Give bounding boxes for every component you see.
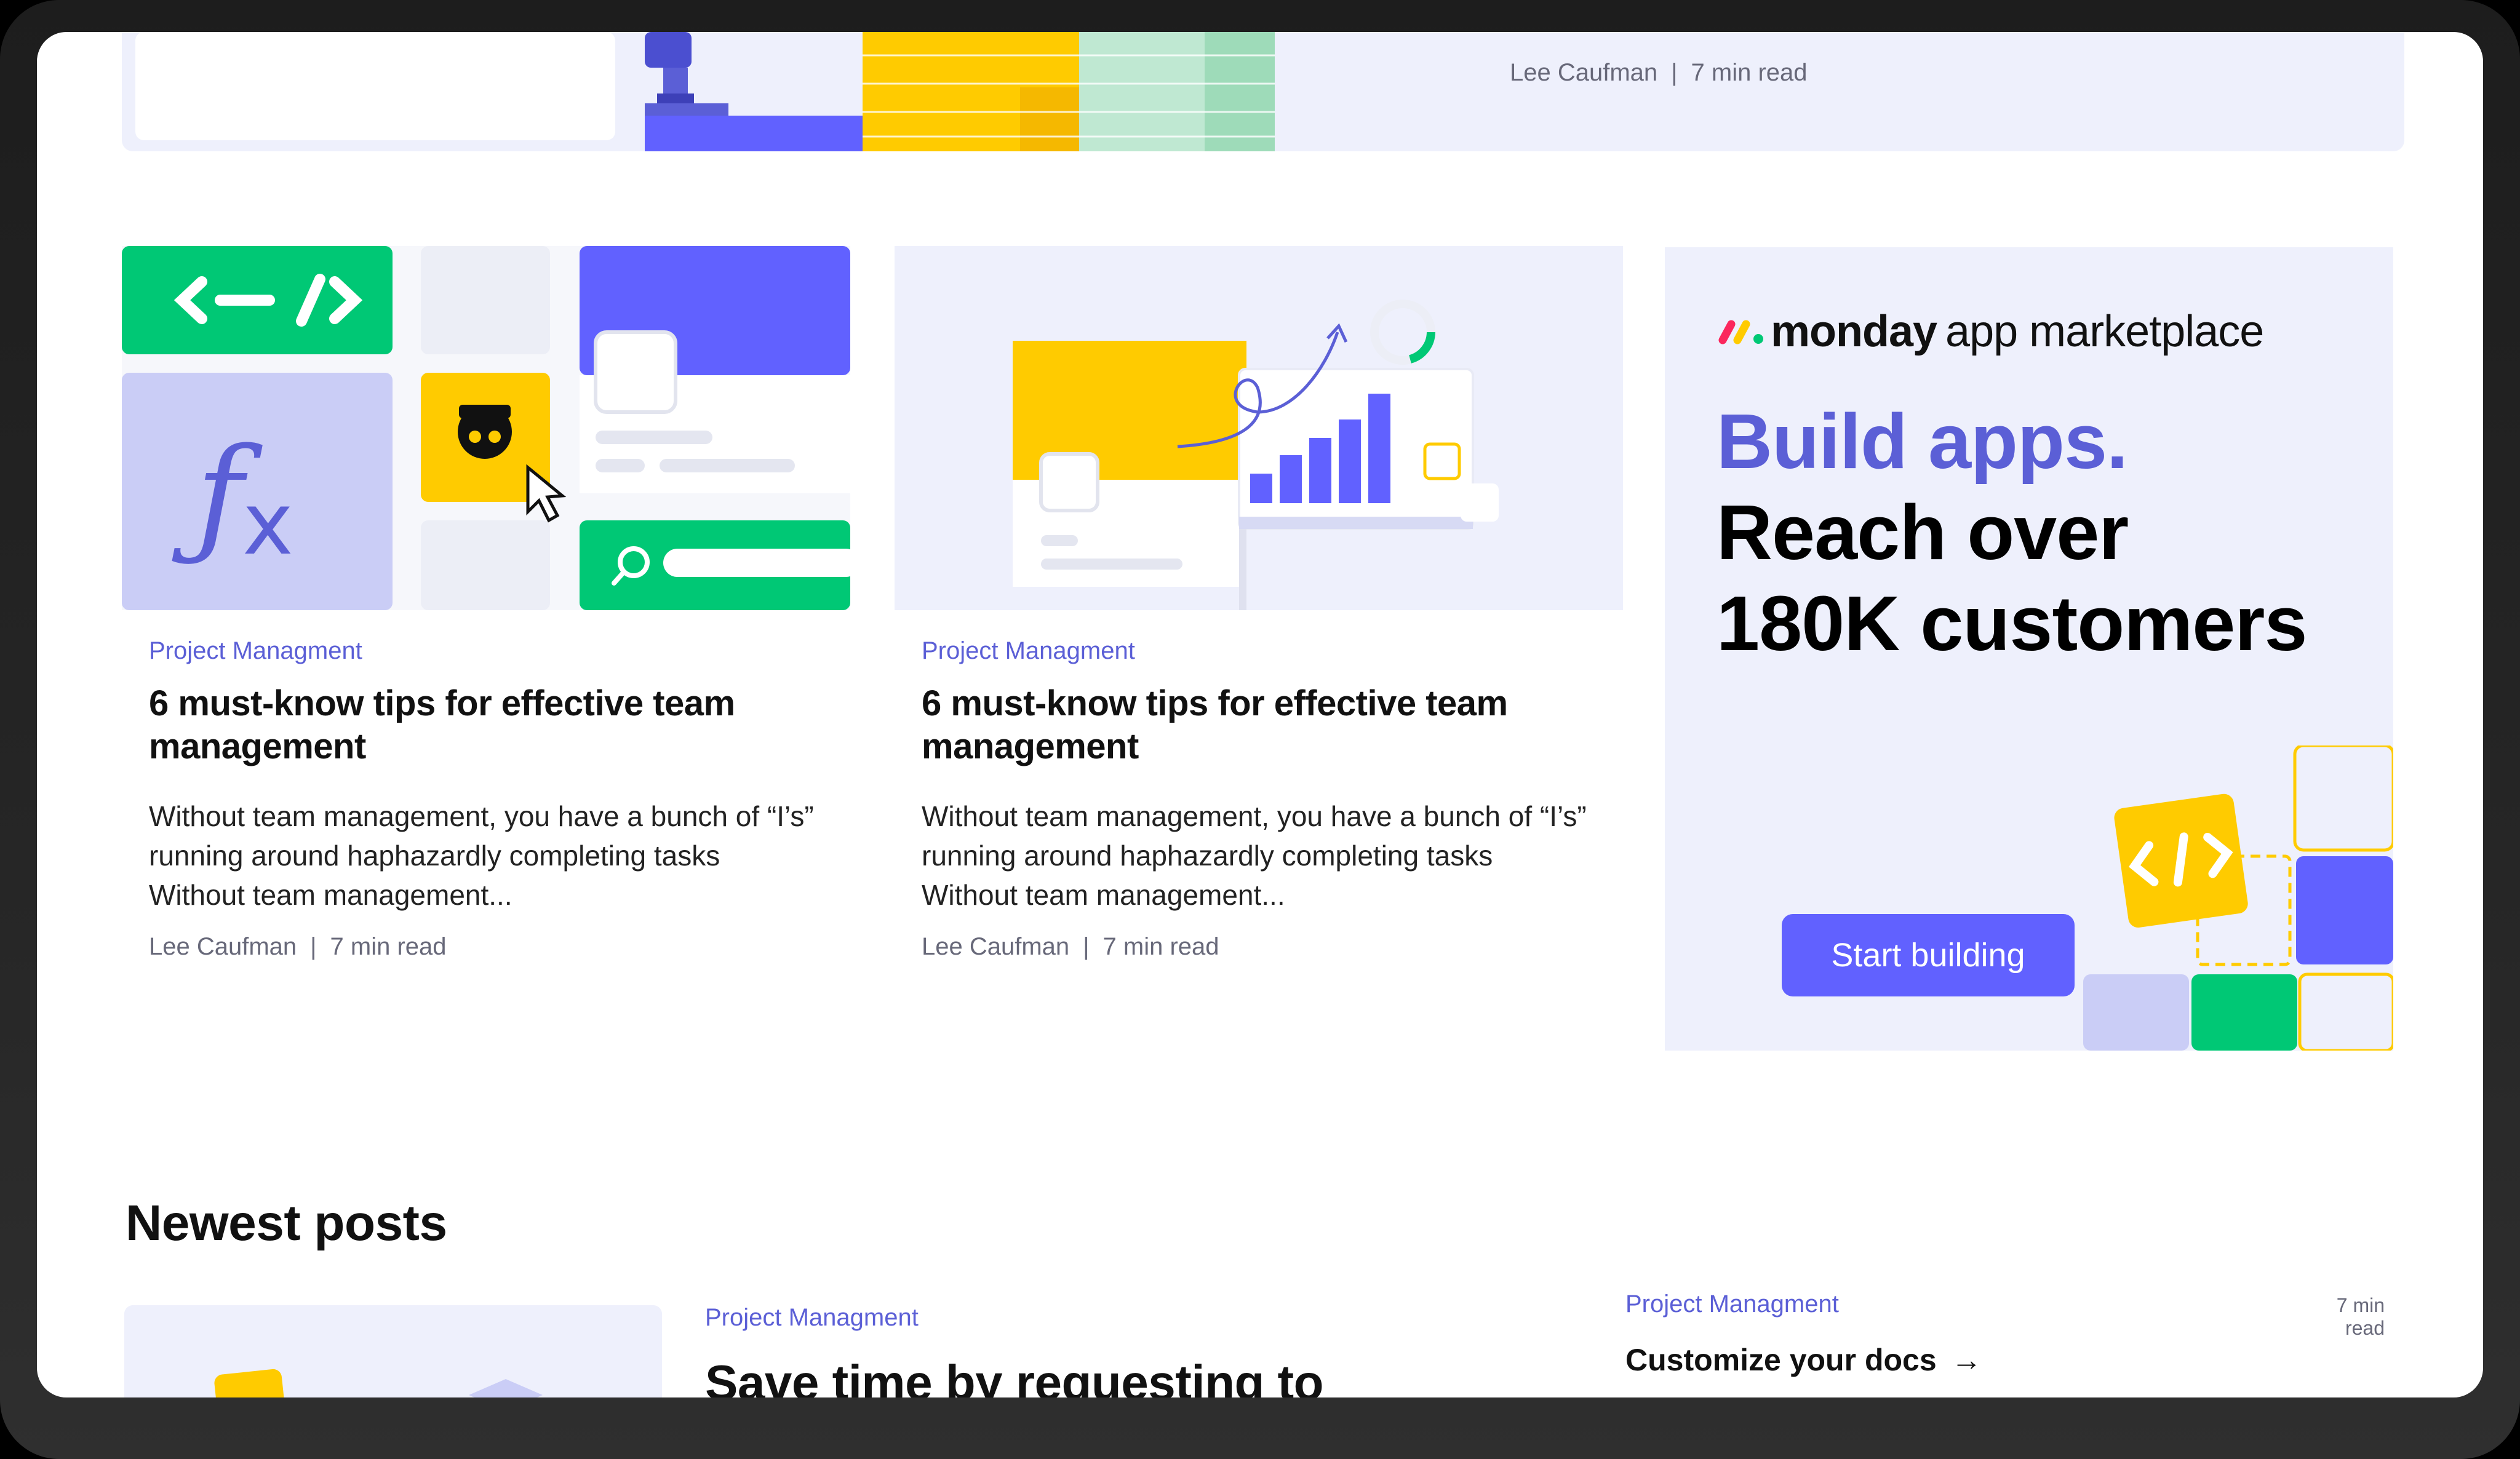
headline-line-1: Build apps. (1717, 398, 2128, 485)
post-title[interactable]: Save time by requesting to (705, 1354, 1324, 1397)
logo-text-light: app marketplace (1945, 307, 2264, 356)
blocks-illustration (2083, 745, 2393, 1051)
featured-post-card[interactable]: Lee Caufman | 7 min read (122, 32, 2404, 151)
start-building-button[interactable]: Start building (1782, 914, 2075, 996)
post-meta: Lee Caufman | 7 min read (149, 933, 447, 960)
post-thumbnail (895, 246, 1623, 610)
read-time: 7 min read (1691, 59, 1808, 86)
headline-line-2: Reach over (1717, 489, 2129, 576)
arrow-right-icon: → (1951, 1343, 1982, 1377)
author: Lee Caufman (149, 933, 297, 960)
author: Lee Caufman (1510, 59, 1658, 86)
headline-line-3: 180K customers (1717, 580, 2307, 667)
post-title-link[interactable]: Customize your docs → (1625, 1342, 1982, 1378)
read-time: 7 min read (2336, 1294, 2385, 1339)
featured-illustration (135, 32, 1275, 151)
logo-text-bold: monday (1771, 307, 1937, 356)
device-frame: Lee Caufman | 7 min read ƒ x Project Man… (0, 0, 2520, 1459)
post-illustration (214, 1369, 543, 1397)
post-card[interactable]: Project Managment 6 must-know tips for e… (895, 246, 1623, 961)
post-meta: Lee Caufman | 7 min read (1510, 59, 1808, 86)
post-title[interactable]: 6 must-know tips for effective team mana… (922, 682, 1596, 768)
post-category[interactable]: Project Managment (149, 637, 850, 665)
post-category[interactable]: Project Managment (922, 637, 1623, 665)
ad-headline: Build apps. Reach over 180K customers (1717, 396, 2307, 669)
post-card[interactable]: ƒ x Project Managment 6 must-know tips f… (122, 246, 850, 961)
read-time: 7 min read (1102, 933, 1219, 960)
post-thumbnail[interactable] (124, 1305, 662, 1397)
post-excerpt: Without team management, you have a bunc… (149, 800, 814, 911)
analytics-illustration (1013, 300, 1499, 610)
monday-marketplace-logo: monday app marketplace (1718, 306, 2264, 357)
post-category[interactable]: Project Managment (705, 1304, 919, 1332)
monday-logo-icon (1718, 320, 1763, 344)
post-title[interactable]: 6 must-know tips for effective team mana… (149, 682, 823, 768)
post-meta: Lee Caufman | 7 min read (922, 933, 1219, 960)
marketplace-ad-banner[interactable]: monday app marketplace Build apps. Reach… (1665, 247, 2393, 1051)
browser-viewport: Lee Caufman | 7 min read ƒ x Project Man… (37, 32, 2483, 1397)
post-title[interactable]: Customize your docs (1625, 1343, 1937, 1377)
svg-text:x: x (242, 474, 293, 574)
author: Lee Caufman (922, 933, 1070, 960)
code-illustration: ƒ x (122, 246, 850, 610)
post-category[interactable]: Project Managment (1625, 1290, 1839, 1318)
post-excerpt: Without team management, you have a bunc… (922, 800, 1587, 911)
post-thumbnail: ƒ x (122, 246, 850, 610)
read-time: 7 min read (330, 933, 447, 960)
section-heading: Newest posts (126, 1195, 447, 1251)
